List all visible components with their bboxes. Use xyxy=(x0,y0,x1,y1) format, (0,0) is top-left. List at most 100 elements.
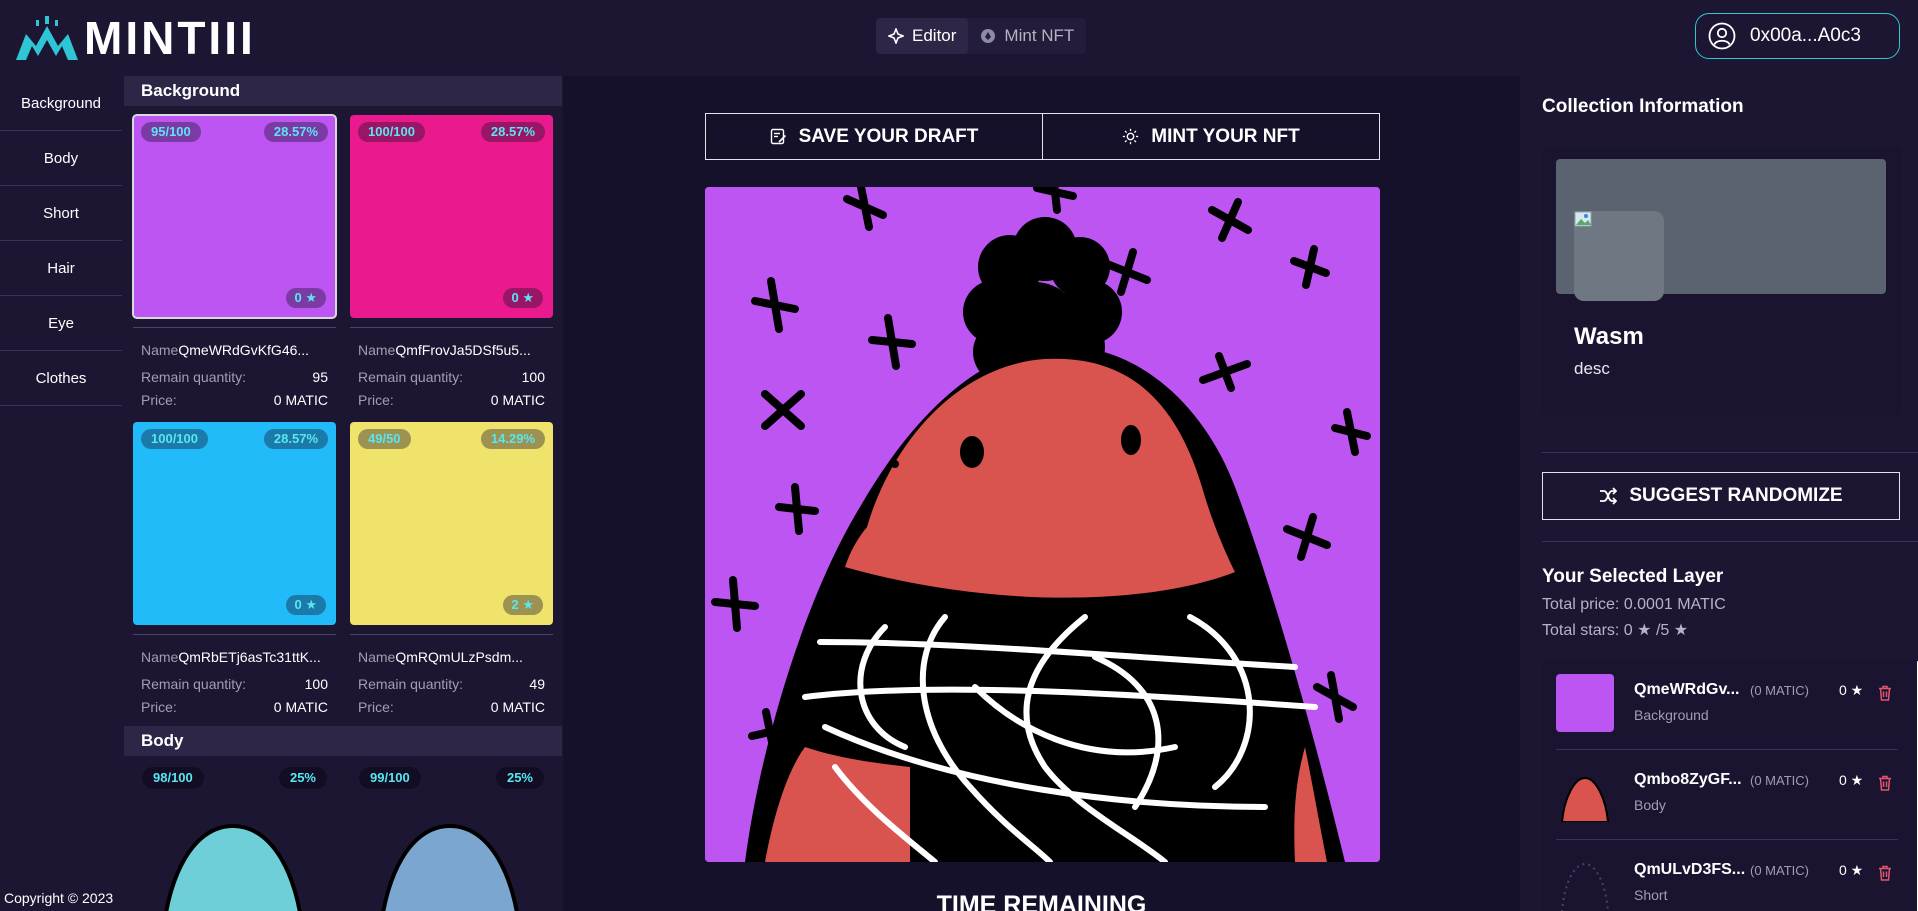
list-item[interactable]: QmULvD3FS... (0 MATIC) 0 ★ Short xyxy=(1542,840,1912,911)
layer-swatch[interactable]: 100/100 28.57% 0 ★ xyxy=(133,422,336,625)
divider xyxy=(350,327,553,328)
trash-icon[interactable] xyxy=(1876,684,1894,702)
layer-swatch[interactable]: 100/100 28.57% 0 ★ xyxy=(350,115,553,318)
remain-label: Remain quantity: xyxy=(141,675,247,692)
nav-item-label: Hair xyxy=(47,259,75,277)
collection-info-panel: Collection Information Wasm desc SUGGEST… xyxy=(1522,76,1918,911)
top-header: MINTIII Editor Mint NFT 0x00a...A0c3 xyxy=(0,0,1918,76)
layer-card[interactable]: 100/100 28.57% 0 ★ NameQmRbETj6asTc31ttK… xyxy=(133,422,336,718)
nft-character-image xyxy=(705,187,1380,862)
nav-item-hair[interactable]: Hair xyxy=(0,241,122,296)
remain-label: Remain quantity: xyxy=(358,368,464,385)
nav-item-label: Eye xyxy=(48,314,74,332)
layer-swatch[interactable]: 95/100 28.57% 0 ★ xyxy=(132,114,337,319)
layer-card[interactable]: 49/50 14.29% 2 ★ NameQmRQmULzPsdm... Rem… xyxy=(350,422,553,718)
rarity-badge: 25% xyxy=(495,767,544,789)
layer-name-row: NameQmfFrovJa5DSf5u5... xyxy=(350,342,553,365)
layer-name: QmRbETj6asTc31ttK... xyxy=(178,649,321,665)
total-stars: Total stars: 0 ★ /5 ★ xyxy=(1542,622,1689,639)
price-value: 0 MATIC xyxy=(273,698,328,715)
editor-icon xyxy=(888,28,904,44)
layer-card[interactable]: 98/100 25% xyxy=(133,756,336,911)
divider xyxy=(1542,541,1918,542)
body-preview-icon xyxy=(164,823,302,911)
section-title: Background xyxy=(141,81,241,100)
rarity-badge: 25% xyxy=(278,767,327,789)
layer-name-row: NameQmeWRdGvKfG46... xyxy=(133,342,336,365)
layer-stars: 0 ★ xyxy=(1839,862,1864,878)
layer-name: QmRQmULzPsdm... xyxy=(395,649,523,665)
price-row: Price: 0 MATIC xyxy=(133,388,336,411)
shuffle-icon xyxy=(1600,487,1618,505)
app-logo[interactable]: MINTIII xyxy=(16,10,256,66)
layer-type: Background xyxy=(1634,707,1709,723)
layer-stars: 0 ★ xyxy=(1839,682,1864,698)
price-label: Price: xyxy=(141,698,177,715)
mint-nft-button[interactable]: MINT YOUR NFT xyxy=(1042,113,1380,160)
wallet-button[interactable]: 0x00a...A0c3 xyxy=(1695,13,1900,59)
mint-nft-label: MINT YOUR NFT xyxy=(1151,125,1300,147)
layer-card[interactable]: 100/100 28.57% 0 ★ NameQmfFrovJa5DSf5u5.… xyxy=(350,115,553,411)
layer-price: (0 MATIC) xyxy=(1750,773,1809,788)
star-badge: 0 ★ xyxy=(285,288,326,308)
layer-name: Qmbo8ZyGF... xyxy=(1634,771,1742,788)
nav-item-clothes[interactable]: Clothes xyxy=(0,351,122,406)
layer-name: QmeWRdGv... xyxy=(1634,681,1740,698)
suggest-randomize-button[interactable]: SUGGEST RANDOMIZE xyxy=(1542,472,1900,520)
price-row: Price: 0 MATIC xyxy=(350,695,553,718)
tab-mint-nft[interactable]: Mint NFT xyxy=(968,18,1086,54)
layer-card[interactable]: 99/100 25% xyxy=(350,756,553,911)
trash-icon[interactable] xyxy=(1876,864,1894,882)
layer-options-panel[interactable]: Background 95/100 28.57% 0 ★ NameQmeWRdG… xyxy=(124,76,562,911)
layer-type: Body xyxy=(1634,797,1666,813)
edit-note-icon xyxy=(770,128,786,145)
selected-layer-title: Your Selected Layer xyxy=(1542,566,1724,587)
list-item[interactable]: QmeWRdGv... (0 MATIC) 0 ★ Background xyxy=(1542,660,1912,750)
quantity-badge: 49/50 xyxy=(358,429,411,449)
layer-card[interactable]: 95/100 28.57% 0 ★ NameQmeWRdGvKfG46... R… xyxy=(132,114,337,411)
name-label: Name xyxy=(141,649,179,665)
layer-price: (0 MATIC) xyxy=(1750,863,1809,878)
list-item[interactable]: Qmbo8ZyGF... (0 MATIC) 0 ★ Body xyxy=(1542,750,1912,840)
sun-icon xyxy=(1123,128,1139,145)
remain-label: Remain quantity: xyxy=(141,368,247,385)
logo-mark-icon xyxy=(16,16,78,60)
nav-item-body[interactable]: Body xyxy=(0,131,122,186)
background-card-grid: 95/100 28.57% 0 ★ NameQmeWRdGvKfG46... R… xyxy=(124,106,562,726)
quantity-badge: 99/100 xyxy=(359,767,421,789)
body-thumb-icon xyxy=(1560,776,1610,823)
price-label: Price: xyxy=(141,391,177,408)
layer-name-row: NameQmRbETj6asTc31ttK... xyxy=(133,649,336,672)
name-label: Name xyxy=(358,649,396,665)
remain-row: Remain quantity: 100 xyxy=(133,672,336,695)
layer-category-nav: Background Body Short Hair Eye Clothes xyxy=(0,76,122,911)
layer-swatch[interactable]: 49/50 14.29% 2 ★ xyxy=(350,422,553,625)
total-price: Total price: 0.0001 MATIC xyxy=(1542,596,1726,613)
layer-thumbnail xyxy=(1556,854,1614,911)
nav-item-eye[interactable]: Eye xyxy=(0,296,122,351)
nav-item-short[interactable]: Short xyxy=(0,186,122,241)
trash-icon[interactable] xyxy=(1876,774,1894,792)
price-row: Price: 0 MATIC xyxy=(350,388,553,411)
rarity-badge: 14.29% xyxy=(480,429,545,449)
remain-row: Remain quantity: 95 xyxy=(133,365,336,388)
layer-thumbnail xyxy=(1556,764,1614,823)
suggest-randomize-label: SUGGEST RANDOMIZE xyxy=(1629,485,1843,506)
name-label: Name xyxy=(358,342,396,358)
quantity-badge: 100/100 xyxy=(358,122,425,142)
body-preview-icon xyxy=(381,823,519,911)
nav-item-background[interactable]: Background xyxy=(0,76,122,131)
copyright-text: Copyright © 2023 xyxy=(4,890,114,906)
nav-item-label: Clothes xyxy=(35,369,87,387)
layer-name: QmfFrovJa5DSf5u5... xyxy=(395,342,531,358)
collection-info-title: Collection Information xyxy=(1542,96,1744,117)
mint-icon xyxy=(981,29,996,43)
tab-editor[interactable]: Editor xyxy=(876,18,969,54)
logo-text: MINTIII xyxy=(84,12,256,64)
divider xyxy=(133,634,336,635)
layer-type: Short xyxy=(1634,887,1668,903)
selected-layer-list[interactable]: QmeWRdGv... (0 MATIC) 0 ★ Background Qmb… xyxy=(1542,660,1918,911)
nft-preview-canvas[interactable] xyxy=(705,187,1380,862)
save-draft-button[interactable]: SAVE YOUR DRAFT xyxy=(705,113,1043,160)
collection-avatar xyxy=(1574,211,1664,301)
